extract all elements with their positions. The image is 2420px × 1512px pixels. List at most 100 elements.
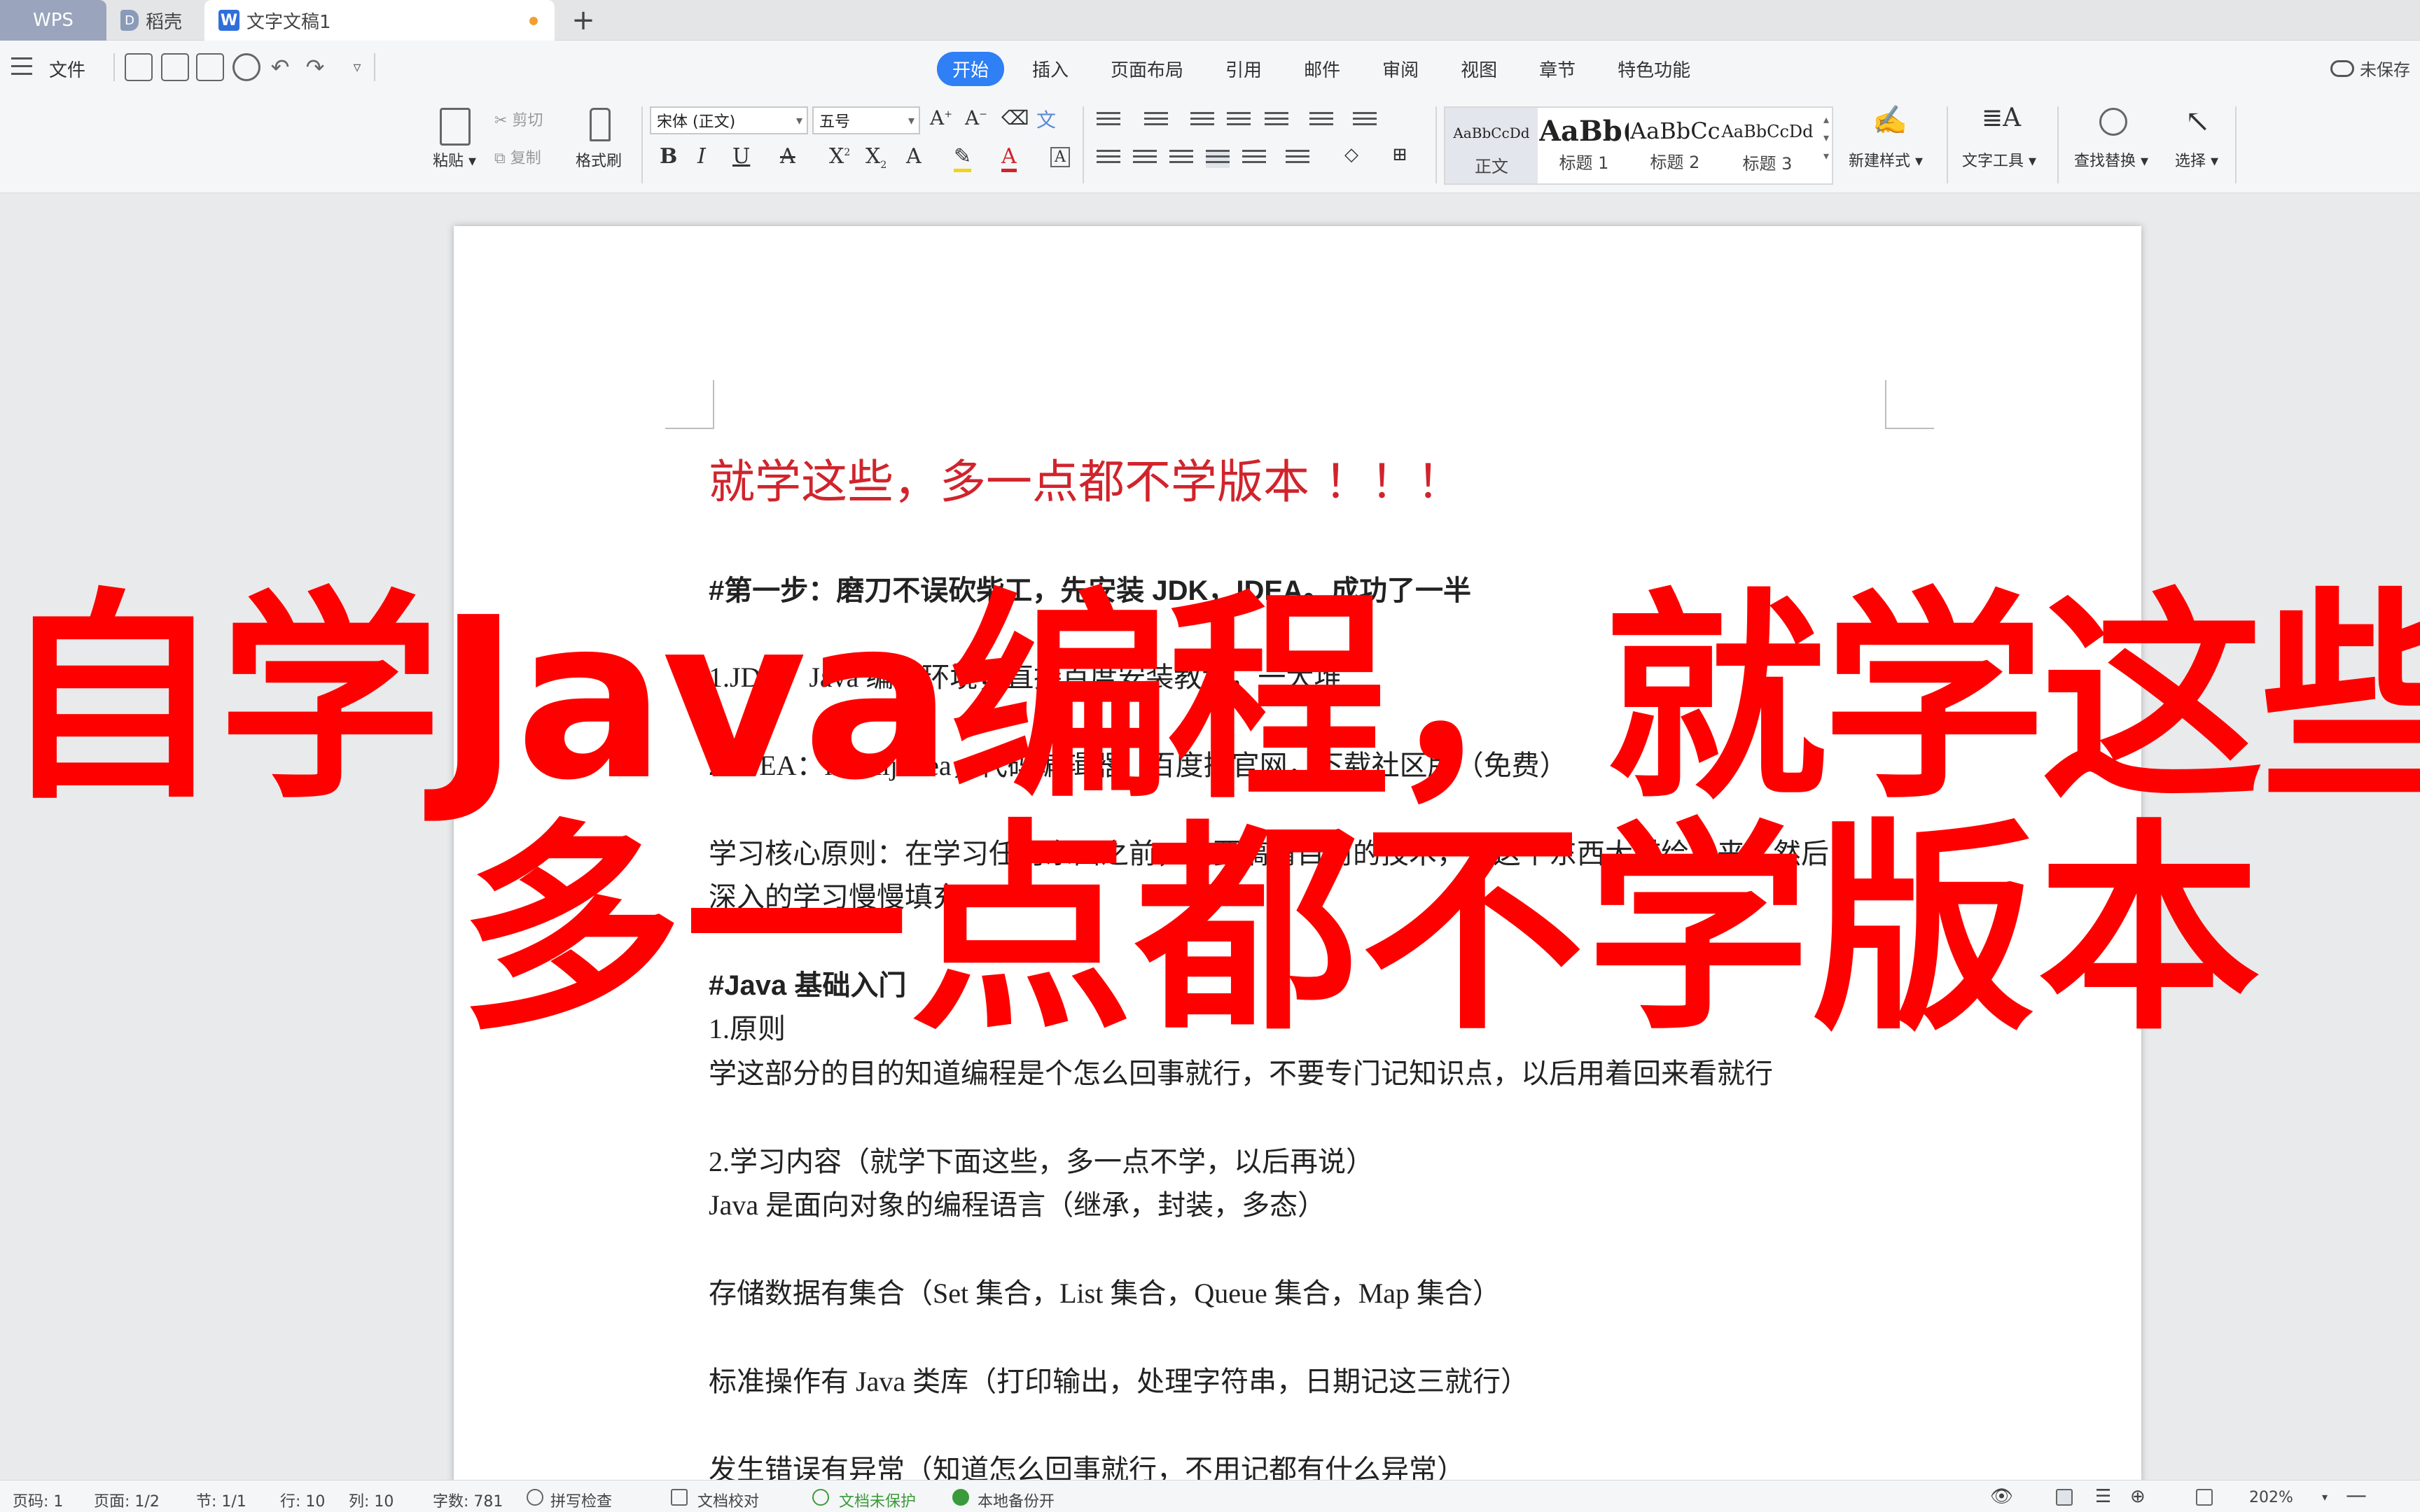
chinese-layout-icon[interactable] <box>1265 112 1288 130</box>
hamburger-menu-icon[interactable] <box>11 57 32 76</box>
distribute-icon[interactable] <box>1242 150 1266 168</box>
tab-daoke[interactable]: D 稻壳 <box>106 0 204 41</box>
fit-page-icon[interactable] <box>2196 1489 2213 1506</box>
unsaved-status[interactable]: 未保存 <box>2330 56 2410 80</box>
row-indicator: 行: 10 <box>280 1493 326 1511</box>
outline-view-icon[interactable]: ☰ <box>2095 1486 2111 1507</box>
copy-button[interactable]: ⧉ 复制 <box>494 146 541 168</box>
align-right-icon[interactable] <box>1169 150 1193 168</box>
tab-chapter[interactable]: 章节 <box>1539 52 1576 86</box>
zoom-out-icon[interactable]: — <box>2346 1483 2367 1508</box>
file-menu[interactable]: 文件 <box>49 56 85 82</box>
divider <box>2057 106 2059 183</box>
tab-references[interactable]: 引用 <box>1225 52 1262 86</box>
justify-icon[interactable] <box>1206 150 1230 168</box>
print-icon[interactable] <box>196 53 224 81</box>
style-heading-1[interactable]: AaBb( 标题 1 <box>1539 108 1629 183</box>
font-size-select[interactable]: 五号 <box>812 106 920 134</box>
new-tab-button[interactable]: + <box>566 3 601 38</box>
numbered-list-icon[interactable] <box>1144 112 1168 130</box>
zoom-level[interactable]: 202% <box>2249 1489 2293 1506</box>
font-name-select[interactable]: 宋体 (正文) <box>650 106 808 134</box>
divider <box>1435 106 1437 183</box>
style-heading-2[interactable]: AaBbCc( 标题 2 <box>1630 108 1720 183</box>
increase-indent-icon[interactable] <box>1227 112 1251 130</box>
spell-check-button[interactable]: 拼写检查 <box>550 1489 612 1511</box>
proofread-icon <box>671 1489 688 1506</box>
tab-view[interactable]: 视图 <box>1461 52 1497 86</box>
select-button[interactable]: 选择 ▾ <box>2175 148 2218 171</box>
page-number[interactable]: 页码: 1 <box>13 1489 63 1511</box>
strikethrough-icon[interactable]: A <box>780 144 795 169</box>
tab-review[interactable]: 审阅 <box>1382 52 1419 86</box>
undo-icon[interactable]: ↶ <box>266 53 294 81</box>
new-style-icon[interactable]: ✍ <box>1872 104 1907 136</box>
tab-insert[interactable]: 插入 <box>1032 52 1069 86</box>
styles-gallery: AaBbCcDd 正文 AaBb( 标题 1 AaBbCc( 标题 2 AaBb… <box>1444 106 1833 185</box>
doc-protection-status[interactable]: 文档未保护 <box>839 1489 916 1511</box>
save-icon[interactable] <box>125 53 153 81</box>
bold-icon[interactable]: B <box>660 144 677 169</box>
highlight-icon[interactable]: ✎ <box>954 144 972 172</box>
daoke-icon: D <box>120 10 139 31</box>
format-painter-button[interactable]: 格式刷 <box>576 148 622 171</box>
paste-icon[interactable] <box>440 108 471 146</box>
web-view-icon[interactable]: ⊕ <box>2130 1486 2146 1507</box>
underline-icon[interactable]: U <box>732 144 750 169</box>
tab-wps[interactable]: WPS <box>0 0 106 41</box>
styles-scroll-icon[interactable]: ▴ ▾ ▾ <box>1823 111 1829 165</box>
zoom-dropdown-icon[interactable]: ▾ <box>2322 1490 2328 1504</box>
grow-font-icon[interactable]: A+ <box>930 106 952 130</box>
tab-mail[interactable]: 邮件 <box>1304 52 1340 86</box>
page-view-icon[interactable] <box>2056 1489 2073 1506</box>
subscript-icon[interactable]: X2 <box>865 144 886 171</box>
text-tools-icon[interactable]: ≣A <box>1982 104 2021 132</box>
decrease-indent-icon[interactable] <box>1190 112 1214 130</box>
format-painter-icon[interactable] <box>590 108 611 141</box>
font-color-icon[interactable]: A <box>1001 144 1017 172</box>
align-left-icon[interactable] <box>1097 150 1120 168</box>
show-marks-icon[interactable] <box>1309 112 1333 130</box>
style-normal[interactable]: AaBbCcDd 正文 <box>1445 108 1538 183</box>
paste-button[interactable]: 粘贴 ▾ <box>433 148 476 171</box>
tab-document[interactable]: W 文字文稿1 <box>204 0 555 41</box>
local-backup-status[interactable]: 本地备份开 <box>978 1489 1055 1511</box>
clear-format-icon[interactable]: ⌫ <box>1001 106 1029 130</box>
select-cursor-icon[interactable]: ↖ <box>2185 104 2211 139</box>
word-count[interactable]: 字数: 781 <box>433 1489 503 1511</box>
tab-start[interactable]: 开始 <box>937 52 1005 86</box>
eye-protection-icon[interactable]: 👁 <box>1990 1486 2013 1507</box>
char-border-icon[interactable]: A <box>1050 147 1070 167</box>
text-tools-button[interactable]: 文字工具 ▾ <box>1962 148 2036 171</box>
italic-icon[interactable]: I <box>697 144 706 169</box>
shading-icon[interactable]: ◇ <box>1344 144 1358 165</box>
divider <box>2235 106 2237 183</box>
bullet-list-icon[interactable] <box>1097 112 1120 130</box>
overlay-title-line-1: 自学Java编程，就学这些 <box>0 570 2420 829</box>
style-heading-3[interactable]: AaBbCcDd 标题 3 <box>1721 108 1814 183</box>
export-pdf-icon[interactable] <box>161 53 189 81</box>
cut-button[interactable]: ✂ 剪切 <box>494 108 543 130</box>
shrink-font-icon[interactable]: A− <box>965 106 987 130</box>
table-tools-icon[interactable] <box>1353 112 1377 130</box>
redo-icon[interactable]: ↷ <box>301 53 329 81</box>
new-style-button[interactable]: 新建样式 ▾ <box>1849 148 1923 171</box>
page-count[interactable]: 页面: 1/2 <box>94 1489 160 1511</box>
pinyin-guide-icon[interactable]: 文 <box>1036 105 1056 133</box>
find-replace-button[interactable]: 查找替换 ▾ <box>2074 148 2148 171</box>
print-preview-icon[interactable] <box>232 53 260 81</box>
line-spacing-icon[interactable] <box>1286 150 1309 168</box>
text-effect-icon[interactable]: A <box>906 144 922 169</box>
superscript-icon[interactable]: X2 <box>829 144 850 169</box>
tab-special-features[interactable]: 特色功能 <box>1618 52 1690 86</box>
customize-toolbar-icon[interactable]: ▿ <box>343 53 371 81</box>
borders-icon[interactable]: ⊞ <box>1392 144 1407 165</box>
proofread-button[interactable]: 文档校对 <box>697 1489 759 1511</box>
tab-page-layout[interactable]: 页面布局 <box>1111 52 1183 86</box>
doc-line: 存储数据有集合（Set 集合，List 集合，Queue 集合，Map 集合） <box>709 1278 1501 1309</box>
align-center-icon[interactable] <box>1133 150 1157 168</box>
search-icon[interactable] <box>2099 108 2127 136</box>
divider <box>374 53 375 81</box>
section-indicator[interactable]: 节: 1/1 <box>196 1489 246 1511</box>
unsaved-dot-icon <box>529 17 538 25</box>
